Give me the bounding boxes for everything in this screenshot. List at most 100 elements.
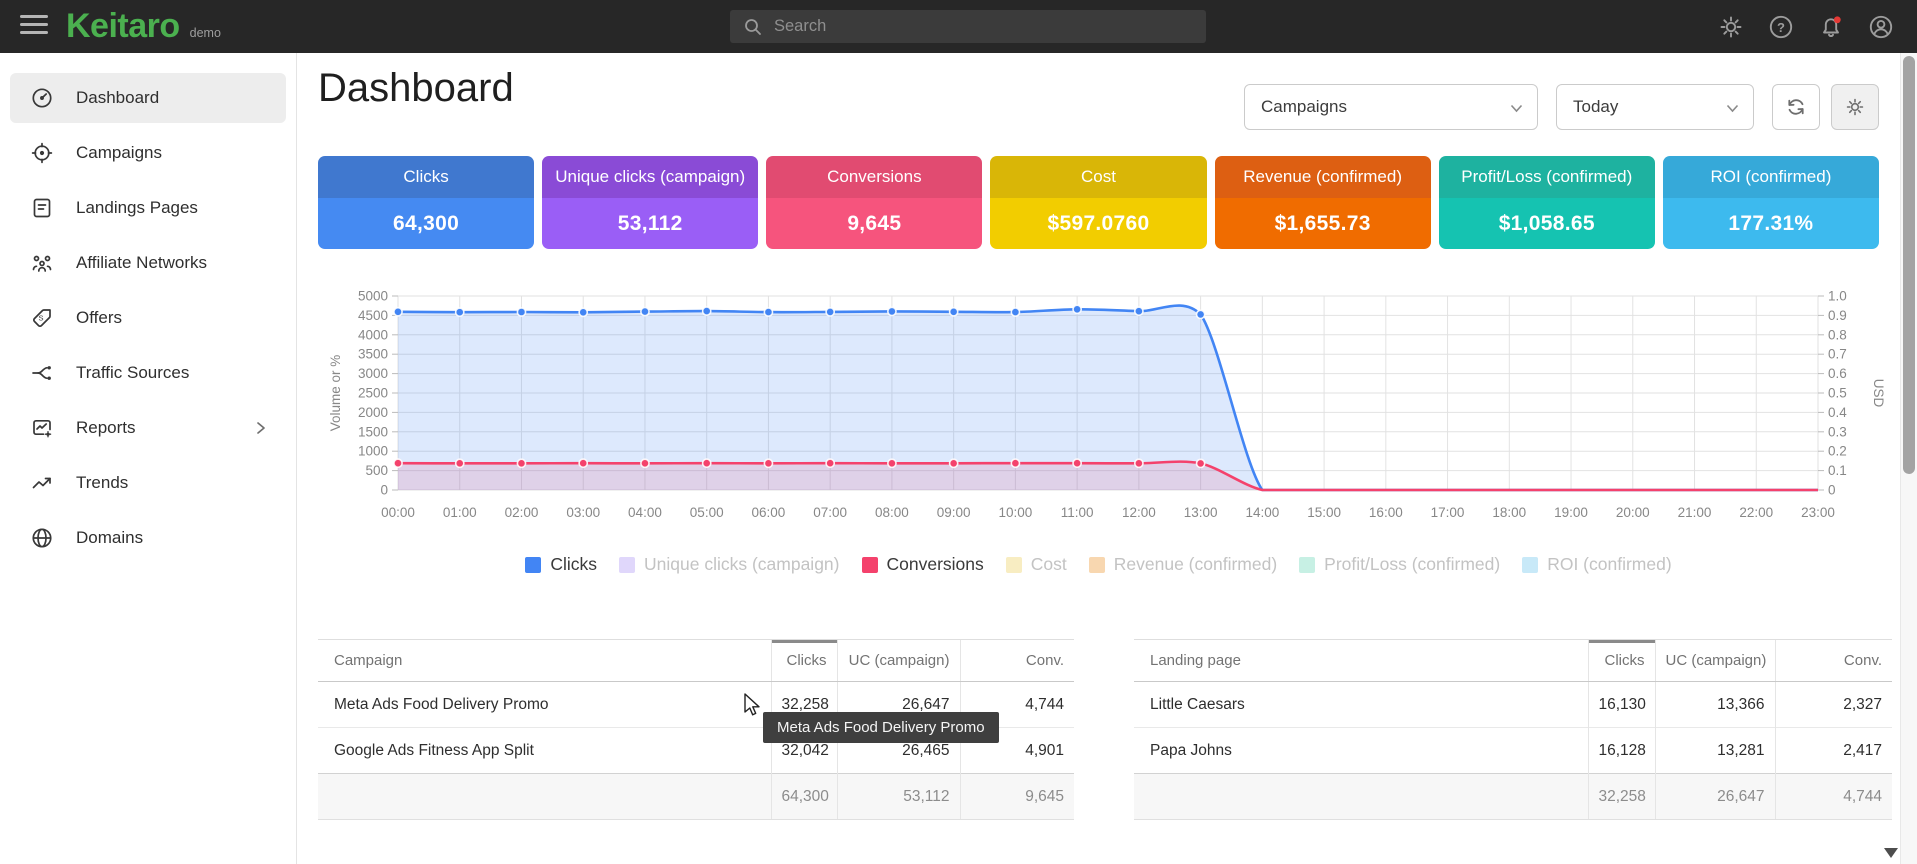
legend-item-conversions[interactable]: Conversions bbox=[862, 554, 984, 575]
legend-label: ROI (confirmed) bbox=[1547, 554, 1671, 575]
svg-text:17:00: 17:00 bbox=[1431, 505, 1465, 520]
sidebar-item-dashboard[interactable]: Dashboard bbox=[10, 73, 286, 123]
brand[interactable]: Keitaro demo bbox=[66, 7, 221, 46]
svg-text:16:00: 16:00 bbox=[1369, 505, 1403, 520]
metric-cell: 16,130 bbox=[1588, 682, 1655, 728]
sidebar-item-domains[interactable]: Domains bbox=[10, 513, 286, 563]
sidebar-item-reports[interactable]: Reports bbox=[10, 403, 286, 453]
refresh-button[interactable] bbox=[1772, 84, 1820, 130]
column-header-landing-page[interactable]: Landing page bbox=[1134, 640, 1588, 682]
svg-text:1500: 1500 bbox=[358, 424, 388, 439]
svg-text:15:00: 15:00 bbox=[1307, 505, 1341, 520]
legend-item-profit-loss-confirmed[interactable]: Profit/Loss (confirmed) bbox=[1299, 554, 1500, 575]
column-header-conv[interactable]: Conv. bbox=[960, 640, 1074, 682]
svg-text:1000: 1000 bbox=[358, 444, 388, 459]
top-bar: Keitaro demo ? bbox=[0, 0, 1917, 53]
totals-cell: 26,647 bbox=[1655, 774, 1775, 820]
stat-card-cost[interactable]: Cost$597.0760 bbox=[990, 156, 1206, 249]
svg-text:04:00: 04:00 bbox=[628, 505, 662, 520]
row-tooltip: Meta Ads Food Delivery Promo bbox=[763, 712, 999, 743]
chart-settings-button[interactable] bbox=[1831, 84, 1879, 130]
legend-swatch bbox=[862, 557, 878, 573]
scrollbar-track[interactable] bbox=[1900, 53, 1917, 864]
svg-text:2000: 2000 bbox=[358, 405, 388, 420]
legend-item-unique-clicks-campaign[interactable]: Unique clicks (campaign) bbox=[619, 554, 840, 575]
totals-cell: 9,645 bbox=[960, 774, 1074, 820]
column-header-conv[interactable]: Conv. bbox=[1775, 640, 1892, 682]
date-range-select[interactable]: Today bbox=[1556, 84, 1754, 130]
column-header-campaign[interactable]: Campaign bbox=[318, 640, 771, 682]
sidebar-item-landings-pages[interactable]: Landings Pages bbox=[10, 183, 286, 233]
legend-label: Clicks bbox=[550, 554, 597, 575]
help-icon[interactable]: ? bbox=[1767, 13, 1795, 41]
totals-cell: 32,258 bbox=[1588, 774, 1655, 820]
legend-swatch bbox=[525, 557, 541, 573]
search-input[interactable] bbox=[772, 16, 1176, 37]
column-header-uc-campaign[interactable]: UC (campaign) bbox=[837, 640, 960, 682]
svg-text:19:00: 19:00 bbox=[1554, 505, 1588, 520]
table-totals-row: 32,25826,6474,744 bbox=[1134, 774, 1892, 820]
row-name-cell[interactable]: Google Ads Fitness App Split bbox=[318, 728, 771, 774]
stat-card-conversions[interactable]: Conversions9,645 bbox=[766, 156, 982, 249]
table-header-row: CampaignClicksUC (campaign)Conv. bbox=[318, 640, 1074, 682]
row-name-cell[interactable]: Meta Ads Food Delivery Promo bbox=[318, 682, 771, 728]
column-header-clicks[interactable]: Clicks bbox=[771, 640, 837, 682]
sidebar-item-label: Domains bbox=[76, 528, 143, 548]
menu-toggle-icon[interactable] bbox=[20, 15, 48, 37]
domains-icon bbox=[30, 526, 54, 550]
scroll-down-arrow-icon[interactable] bbox=[1884, 848, 1898, 858]
legend-label: Conversions bbox=[887, 554, 984, 575]
stat-card-profit-loss-confirmed[interactable]: Profit/Loss (confirmed)$1,058.65 bbox=[1439, 156, 1655, 249]
app-logo[interactable]: Keitaro bbox=[66, 7, 180, 46]
column-header-clicks[interactable]: Clicks bbox=[1588, 640, 1655, 682]
legend-item-roi-confirmed[interactable]: ROI (confirmed) bbox=[1522, 554, 1671, 575]
sidebar-item-trends[interactable]: Trends bbox=[10, 458, 286, 508]
scrollbar-thumb[interactable] bbox=[1903, 56, 1915, 474]
settings-gear-icon[interactable] bbox=[1717, 13, 1745, 41]
svg-text:1.0: 1.0 bbox=[1828, 289, 1847, 304]
stat-card-value: $1,655.73 bbox=[1215, 198, 1431, 249]
chevron-right-icon bbox=[254, 421, 268, 435]
svg-text:2500: 2500 bbox=[358, 386, 388, 401]
svg-text:0.4: 0.4 bbox=[1828, 405, 1847, 420]
legend-item-revenue-confirmed[interactable]: Revenue (confirmed) bbox=[1089, 554, 1277, 575]
notifications-bell-icon[interactable] bbox=[1817, 13, 1845, 41]
stat-card-unique-clicks-campaign[interactable]: Unique clicks (campaign)53,112 bbox=[542, 156, 758, 249]
dashboard-icon bbox=[30, 86, 54, 110]
table-row[interactable]: Little Caesars16,13013,3662,327 bbox=[1134, 682, 1892, 728]
legend-swatch bbox=[1089, 557, 1105, 573]
chevron-down-icon bbox=[1726, 104, 1739, 113]
campaigns-icon bbox=[30, 141, 54, 165]
stat-card-roi-confirmed[interactable]: ROI (confirmed)177.31% bbox=[1663, 156, 1879, 249]
logo-badge: demo bbox=[190, 26, 221, 40]
svg-text:4000: 4000 bbox=[358, 327, 388, 342]
svg-text:20:00: 20:00 bbox=[1616, 505, 1650, 520]
stat-card-label: ROI (confirmed) bbox=[1663, 156, 1879, 198]
campaigns-filter-select[interactable]: Campaigns bbox=[1244, 84, 1538, 130]
svg-text:18:00: 18:00 bbox=[1492, 505, 1526, 520]
sidebar-item-traffic-sources[interactable]: Traffic Sources bbox=[10, 348, 286, 398]
sidebar-item-affiliate-networks[interactable]: Affiliate Networks bbox=[10, 238, 286, 288]
table-header-row: Landing pageClicksUC (campaign)Conv. bbox=[1134, 640, 1892, 682]
legend-item-clicks[interactable]: Clicks bbox=[525, 554, 597, 575]
row-name-cell[interactable]: Little Caesars bbox=[1134, 682, 1588, 728]
campaigns-filter-value: Campaigns bbox=[1261, 97, 1347, 117]
legend-swatch bbox=[1006, 557, 1022, 573]
svg-text:10:00: 10:00 bbox=[998, 505, 1032, 520]
svg-text:3000: 3000 bbox=[358, 366, 388, 381]
table-row[interactable]: Papa Johns16,12813,2812,417 bbox=[1134, 728, 1892, 774]
legend-label: Profit/Loss (confirmed) bbox=[1324, 554, 1500, 575]
totals-cell: 64,300 bbox=[771, 774, 837, 820]
stat-card-value: 53,112 bbox=[542, 198, 758, 249]
row-name-cell[interactable]: Papa Johns bbox=[1134, 728, 1588, 774]
sidebar-item-offers[interactable]: SOffers bbox=[10, 293, 286, 343]
global-search[interactable] bbox=[730, 10, 1206, 43]
stat-card-revenue-confirmed[interactable]: Revenue (confirmed)$1,655.73 bbox=[1215, 156, 1431, 249]
sidebar-item-label: Reports bbox=[76, 418, 136, 438]
sidebar-item-campaigns[interactable]: Campaigns bbox=[10, 128, 286, 178]
legend-item-cost[interactable]: Cost bbox=[1006, 554, 1067, 575]
stat-card-clicks[interactable]: Clicks64,300 bbox=[318, 156, 534, 249]
legend-label: Revenue (confirmed) bbox=[1114, 554, 1277, 575]
account-icon[interactable] bbox=[1867, 13, 1895, 41]
column-header-uc-campaign[interactable]: UC (campaign) bbox=[1655, 640, 1775, 682]
